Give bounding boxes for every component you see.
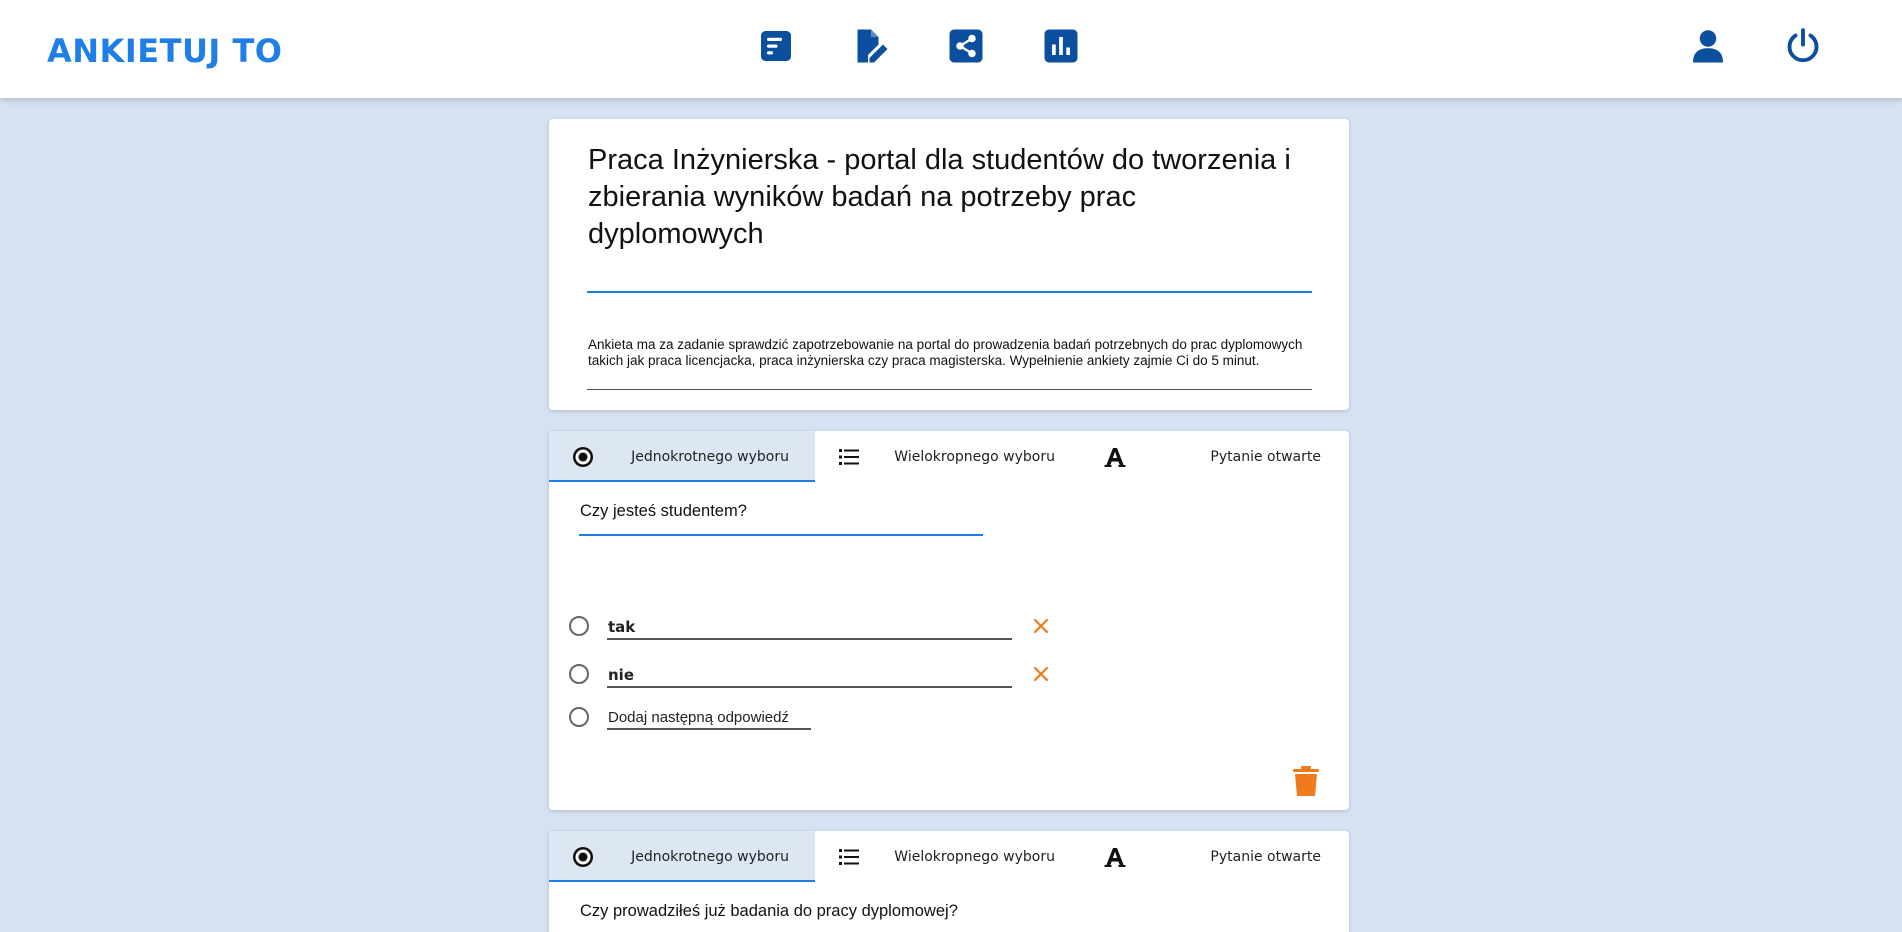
tab-label: Pytanie otwarte [1210, 449, 1321, 465]
font-icon [1103, 445, 1127, 469]
add-answer-underline [607, 728, 811, 730]
trash-icon[interactable] [1293, 766, 1319, 796]
list-icon [837, 845, 861, 869]
description-underline [587, 389, 1312, 390]
question-type-tabs: Jednokrotnego wyboru Wielokropnego wybor… [549, 431, 1349, 482]
tab-multiple-choice[interactable]: Wielokropnego wyboru [815, 431, 1081, 482]
font-icon [1103, 845, 1127, 869]
chart-icon[interactable] [1043, 28, 1079, 64]
answer-input[interactable]: nie [608, 666, 634, 684]
answer-input[interactable]: tak [608, 618, 635, 636]
tab-open-question[interactable]: Pytanie otwarte [1081, 831, 1347, 882]
add-answer-row: Dodaj następną odpowiedź [569, 705, 1069, 733]
tab-label: Wielokropnego wyboru [894, 849, 1055, 865]
question-card: Jednokrotnego wyboru Wielokropnego wybor… [549, 431, 1349, 810]
tab-label: Jednokrotnego wyboru [631, 849, 789, 865]
question-card: Jednokrotnego wyboru Wielokropnego wybor… [549, 831, 1349, 932]
tab-open-question[interactable]: Pytanie otwarte [1081, 431, 1347, 482]
question-text-input[interactable]: Czy jesteś studentem? [580, 502, 747, 521]
remove-answer-icon[interactable] [1029, 614, 1053, 638]
survey-title-input[interactable]: Praca Inżynierska - portal dla studentów… [588, 142, 1308, 253]
survey-header-card: Praca Inżynierska - portal dla studentów… [549, 119, 1349, 410]
answer-underline [607, 686, 1012, 688]
brand-logo[interactable]: ANKIETUJ TO [47, 32, 283, 70]
list-icon [837, 445, 861, 469]
radio-button[interactable] [569, 664, 589, 684]
share-icon[interactable] [948, 28, 984, 64]
power-icon[interactable] [1785, 28, 1821, 64]
question-type-tabs: Jednokrotnego wyboru Wielokropnego wybor… [549, 831, 1349, 882]
question-text-input[interactable]: Czy prowadziłeś już badania do pracy dyp… [580, 902, 958, 921]
radio-dot-icon [571, 845, 595, 869]
form-editor-icon[interactable] [758, 28, 794, 64]
tab-label: Wielokropnego wyboru [894, 449, 1055, 465]
question-underline [579, 534, 983, 536]
radio-button[interactable] [569, 616, 589, 636]
user-icon[interactable] [1690, 28, 1726, 64]
answer-underline [607, 638, 1012, 640]
top-bar: ANKIETUJ TO [0, 0, 1902, 98]
survey-description-input[interactable]: Ankieta ma za zadanie sprawdzić zapotrze… [588, 337, 1308, 369]
tab-single-choice[interactable]: Jednokrotnego wyboru [549, 831, 815, 882]
tab-multiple-choice[interactable]: Wielokropnego wyboru [815, 831, 1081, 882]
remove-answer-icon[interactable] [1029, 662, 1053, 686]
tab-label: Pytanie otwarte [1210, 849, 1321, 865]
title-underline [587, 291, 1312, 293]
file-edit-icon[interactable] [853, 28, 889, 64]
radio-button [569, 707, 589, 727]
tab-single-choice[interactable]: Jednokrotnego wyboru [549, 431, 815, 482]
answer-option: tak [569, 614, 1069, 642]
answer-option: nie [569, 662, 1069, 690]
add-answer-input[interactable]: Dodaj następną odpowiedź [608, 709, 789, 726]
radio-dot-icon [571, 445, 595, 469]
tab-label: Jednokrotnego wyboru [631, 449, 789, 465]
